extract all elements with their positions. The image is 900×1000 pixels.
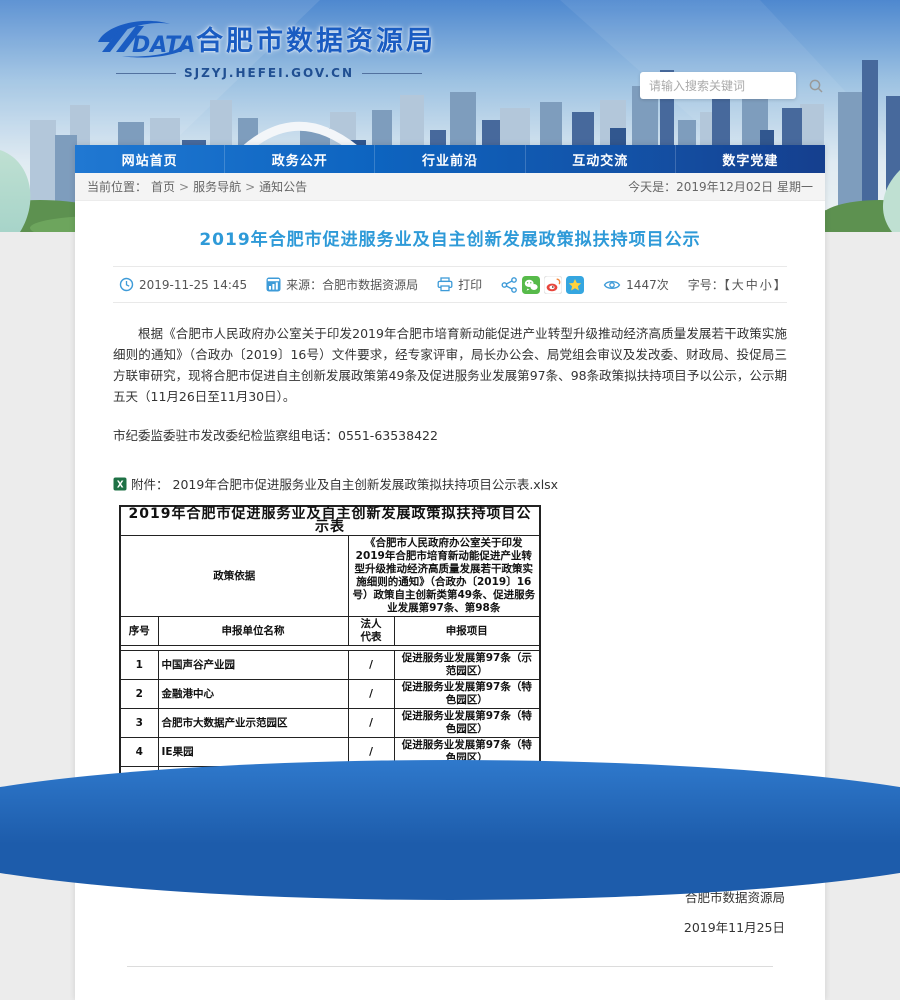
url-line-left — [116, 73, 176, 74]
wechat-share-icon[interactable] — [522, 276, 540, 294]
row-no: 3 — [120, 709, 158, 738]
font-size-prefix: 字号：【 — [688, 276, 730, 293]
breadcrumb-bar: 当前位置： 首页 > 服务导航 > 通知公告 今天是：2019年12月02日 星… — [75, 173, 825, 201]
row-unit: 中国声谷产业园 — [158, 651, 348, 680]
nav-item-digital-party[interactable]: 数字党建 — [676, 145, 825, 173]
font-size-small-button[interactable]: 小 — [760, 276, 772, 293]
nav-item-gov-affairs[interactable]: 政务公开 — [225, 145, 375, 173]
page-title: 2019年合肥市促进服务业及自主创新发展政策拟扶持项目公示 — [113, 225, 787, 250]
article-meta-bar: 2019-11-25 14:45 来源：合肥市数据资源局 打印 — [113, 266, 787, 303]
breadcrumb-service-nav[interactable]: 服务导航 — [193, 178, 241, 195]
site-url: SJZYJ.HEFEI.GOV.CN — [184, 66, 354, 80]
logo-swoosh-icon: DATA — [92, 16, 196, 60]
breadcrumb-prefix: 当前位置： — [87, 178, 147, 195]
breadcrumb: 当前位置： 首页 > 服务导航 > 通知公告 — [87, 178, 307, 195]
attachment-row: 附件： 2019年合肥市促进服务业及自主创新发展政策拟扶持项目公示表.xlsx — [113, 474, 787, 493]
col-header-project: 申报项目 — [394, 617, 540, 646]
publish-time-text: 2019-11-25 14:45 — [139, 278, 247, 292]
breadcrumb-separator: > — [179, 180, 189, 194]
weibo-share-icon[interactable] — [544, 276, 562, 294]
row-unit: 金融港中心 — [158, 680, 348, 709]
view-count-text: 1447次 — [626, 276, 669, 293]
excel-icon — [113, 477, 127, 491]
row-no: 1 — [120, 651, 158, 680]
publish-time: 2019-11-25 14:45 — [119, 277, 247, 292]
row-legal: / — [348, 651, 394, 680]
nav-item-industry-frontier[interactable]: 行业前沿 — [375, 145, 525, 173]
row-legal: / — [348, 709, 394, 738]
main-nav: 网站首页 政务公开 行业前沿 互动交流 数字党建 — [75, 145, 825, 173]
article-paragraph: 根据《合肥市人民政府办公室关于印发2019年合肥市培育新动能促进产业转型升级推动… — [113, 323, 787, 407]
search-button[interactable] — [808, 72, 824, 99]
col-header-legal: 法人 代表 — [348, 617, 394, 646]
font-size-medium-button[interactable]: 中 — [746, 276, 758, 293]
print-label: 打印 — [458, 276, 482, 293]
search-icon — [808, 78, 824, 94]
supervision-phone-line: 市纪委监委驻市发改委纪检监察组电话：0551-63538422 — [113, 425, 787, 446]
share-icon[interactable] — [501, 277, 518, 293]
search-box — [640, 72, 796, 99]
site-logo[interactable]: DATA 合肥市数据资源局 SJZYJ.HEFEI.GOV.CN — [92, 16, 422, 80]
view-count: 1447次 — [603, 276, 669, 293]
row-legal: / — [348, 680, 394, 709]
font-size-large-button[interactable]: 大 — [732, 276, 744, 293]
article-body: 根据《合肥市人民政府办公室关于印发2019年合肥市培育新动能促进产业转型升级推动… — [113, 323, 787, 446]
eye-icon — [603, 278, 621, 292]
row-project: 促进服务业发展第97条（特色园区） — [394, 709, 540, 738]
attachment-label: 附件： — [131, 474, 169, 493]
clock-icon — [119, 277, 134, 292]
row-no: 4 — [120, 738, 158, 767]
policy-basis-label: 政策依据 — [120, 536, 348, 617]
article-source-text: 来源：合肥市数据资源局 — [286, 276, 418, 293]
search-input[interactable] — [640, 79, 808, 93]
article-source: 来源：合肥市数据资源局 — [266, 276, 418, 293]
qzone-share-icon[interactable] — [566, 276, 584, 294]
breadcrumb-notices[interactable]: 通知公告 — [259, 178, 307, 195]
font-size-control: 字号：【 大 中 小 】 — [688, 276, 786, 293]
attachment-link[interactable]: 2019年合肥市促进服务业及自主创新发展政策拟扶持项目公示表.xlsx — [173, 474, 559, 493]
font-size-suffix: 】 — [774, 276, 786, 293]
table-row: 3 合肥市大数据产业示范园区 / 促进服务业发展第97条（特色园区） — [120, 709, 540, 738]
nav-item-interaction[interactable]: 互动交流 — [526, 145, 676, 173]
row-project: 促进服务业发展第97条（特色园区） — [394, 680, 540, 709]
url-line-right — [362, 73, 422, 74]
breadcrumb-separator: > — [245, 180, 255, 194]
notice-table-title: 2019年合肥市促进服务业及自主创新发展政策拟扶持项目公示表 — [120, 506, 540, 536]
table-row: 1 中国声谷产业园 / 促进服务业发展第97条（示范园区） — [120, 651, 540, 680]
col-header-unit: 申报单位名称 — [158, 617, 348, 646]
site-name: 合肥市数据资源局 — [196, 19, 436, 58]
breadcrumb-home[interactable]: 首页 — [151, 178, 175, 195]
col-header-no: 序号 — [120, 617, 158, 646]
row-project: 促进服务业发展第97条（示范园区） — [394, 651, 540, 680]
share-group — [501, 276, 584, 294]
signature-date: 2019年11月25日 — [113, 917, 785, 936]
today-date: 今天是：2019年12月02日 星期一 — [628, 178, 813, 195]
policy-basis-text: 《合肥市人民政府办公室关于印发2019年合肥市培育新动能促进产业转型升级推动经济… — [348, 536, 540, 617]
row-no: 2 — [120, 680, 158, 709]
table-row: 2 金融港中心 / 促进服务业发展第97条（特色园区） — [120, 680, 540, 709]
print-action[interactable]: 打印 — [437, 276, 482, 293]
site-url-row: SJZYJ.HEFEI.GOV.CN — [92, 66, 422, 80]
nav-item-home[interactable]: 网站首页 — [75, 145, 225, 173]
footer-arc — [0, 760, 900, 900]
source-icon — [266, 277, 281, 292]
row-unit: 合肥市大数据产业示范园区 — [158, 709, 348, 738]
printer-icon — [437, 277, 453, 292]
